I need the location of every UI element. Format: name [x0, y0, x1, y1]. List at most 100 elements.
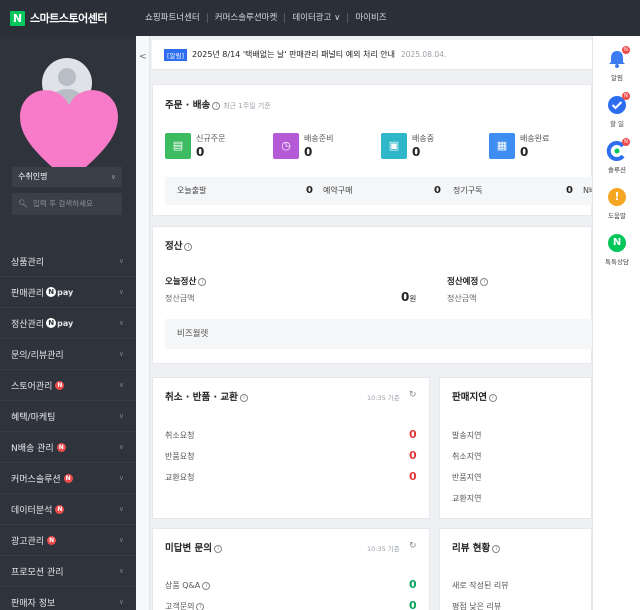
info-icon[interactable]: i [198, 277, 207, 286]
new-badge: N [56, 442, 66, 452]
info-icon[interactable]: i [488, 393, 497, 402]
claims-title: 취소 · 반품 · 교환 i [165, 389, 248, 403]
new-badge: N [63, 473, 73, 483]
info-icon[interactable]: i [202, 581, 211, 590]
today-dispatch[interactable]: 오늘출발 0 [177, 177, 313, 205]
exchange-delay[interactable]: 교환지연 [452, 493, 481, 504]
claims-time: 10:35 기준 [367, 394, 400, 402]
exchange-request-label[interactable]: 교환요청 [165, 472, 194, 483]
sidebar-item-products[interactable]: 상품관리 ∨ [0, 246, 136, 277]
notice-text: 2025년 8/14 '택배없는 날' 판매관리 패널티 예외 처리 안내 [192, 50, 395, 59]
today-settlement-value[interactable]: 0원 [401, 290, 416, 304]
order-card-title: 주문 · 배송 i 최근 1주일 기준 [165, 100, 271, 111]
info-icon[interactable]: i [239, 393, 248, 402]
rail-talktalk[interactable]: N 톡톡상담 [593, 232, 640, 266]
rail-notifications[interactable]: N 알림 [593, 46, 640, 82]
info-icon[interactable]: i [480, 277, 489, 286]
stat-shipping[interactable]: ▣ 배송중 0 [381, 133, 434, 159]
refresh-icon[interactable]: ↻ [409, 390, 417, 400]
nav-shopping-partner[interactable]: 쇼핑파트너센터 [138, 13, 207, 23]
rail-solution[interactable]: N 솔루션 [593, 138, 640, 174]
inquiry-time: 10:35 기준 [367, 545, 400, 553]
new-order-icon: ▤ [165, 133, 191, 159]
cancel-request-value[interactable]: 0 [409, 428, 417, 441]
store-select[interactable]: 수취인명 ∨ [12, 167, 122, 187]
review-status-card: 리뷰 현황 i 새로 작성된 리뷰 평점 낮은 리뷰 [439, 528, 592, 610]
chevron-down-icon: ∨ [118, 567, 124, 575]
brand-title: 스마트스토어센터 [30, 12, 107, 25]
nav-mybiz[interactable]: 마이비즈 [347, 13, 393, 23]
refresh-icon[interactable]: ↻ [409, 541, 417, 551]
sidebar: 수취인명 ∨ 🔍︎ 입력 후 검색하세요 상품관리 ∨ 판매관리 Npay ∨ 정산관… [0, 36, 136, 610]
stat-delivered[interactable]: ▦ 배송완료 0 [489, 133, 549, 159]
solution-icon: N [606, 138, 630, 162]
sidebar-item-settlement[interactable]: 정산관리 Npay ∨ [0, 308, 136, 339]
claims-card: 취소 · 반품 · 교환 i 10:35 기준 ↻ 취소요청 0 반품요청 0 교… [152, 377, 430, 519]
new-review[interactable]: 새로 작성된 리뷰 [452, 580, 509, 591]
sidebar-item-ads[interactable]: 광고관리 N ∨ [0, 525, 136, 556]
cancel-delay[interactable]: 취소지연 [452, 451, 481, 462]
sidebar-item-promotion[interactable]: 프로모션 관리 ∨ [0, 556, 136, 587]
bizwallet-row[interactable]: 비즈월렛 [165, 319, 593, 349]
return-delay[interactable]: 반품지연 [452, 472, 481, 483]
chevron-down-icon: ∨ [118, 598, 124, 606]
sidebar-item-sales[interactable]: 판매관리 Npay ∨ [0, 277, 136, 308]
low-rating-review[interactable]: 평점 낮은 리뷰 [452, 601, 501, 610]
check-icon: N [606, 92, 630, 116]
truck-icon: ▣ [381, 133, 407, 159]
exchange-request-value[interactable]: 0 [409, 470, 417, 483]
info-icon[interactable]: i [212, 101, 221, 110]
notice-tag: [알림] [164, 48, 188, 61]
sidebar-search-input[interactable]: 🔍︎ 입력 후 검색하세요 [12, 193, 122, 215]
stat-new-order[interactable]: ▤ 신규주문 0 [165, 133, 225, 159]
product-qna-label[interactable]: 상품 Q&A i [165, 580, 211, 591]
brand[interactable]: N 스마트스토어센터 [0, 10, 138, 26]
bell-icon: N [606, 46, 630, 70]
sidebar-item-data-analysis[interactable]: 데이터분석 N ∨ [0, 494, 136, 525]
sidebar-item-commerce-solution[interactable]: 커머스솔루션 N ∨ [0, 463, 136, 494]
nav-commerce-solution[interactable]: 커머스솔루션마켓 [206, 13, 285, 23]
sidebar-item-seller-info[interactable]: 판매자 정보 ∨ [0, 587, 136, 610]
customer-inquiry-value[interactable]: 0 [409, 599, 417, 610]
nav-data-ads[interactable]: 데이터광고 ∨ [284, 13, 347, 23]
settlement-card: 정산 i 오늘정산 i 정산금액 0원 정산예정 i 정산금액 비즈월렛 [152, 226, 593, 364]
return-request-label[interactable]: 반품요청 [165, 451, 194, 462]
dispatch-delay[interactable]: 발송지연 [452, 430, 481, 441]
sidebar-item-n-delivery[interactable]: N배송 관리 N ∨ [0, 432, 136, 463]
chevron-down-icon: ∨ [118, 412, 124, 420]
return-request-value[interactable]: 0 [409, 449, 417, 462]
subscription[interactable]: 정기구독 0 [453, 177, 573, 205]
inquiry-title: 미답변 문의 i [165, 540, 223, 554]
rail-help[interactable]: ! 도움말 [593, 186, 640, 220]
rail-todo[interactable]: N 할 일 [593, 92, 640, 128]
expected-settlement-label: 정산예정 i [447, 275, 489, 287]
info-icon[interactable]: i [214, 544, 223, 553]
info-icon[interactable]: i [196, 602, 205, 610]
notice-bar[interactable]: [알림] 2025년 8/14 '택배없는 날' 판매관리 패널티 예외 처리 … [152, 40, 592, 70]
npay-icon: Npay [46, 287, 73, 297]
reservation-purchase[interactable]: 예약구매 0 [323, 177, 441, 205]
sales-delay-card: 판매지연 i 발송지연 취소지연 반품지연 교환지연 [439, 377, 592, 519]
gift-icon: ▦ [489, 133, 515, 159]
unanswered-inquiry-card: 미답변 문의 i 10:35 기준 ↻ 상품 Q&A i 0 고객문의 i 0 [152, 528, 430, 610]
stat-preparing[interactable]: ◷ 배송준비 0 [273, 133, 333, 159]
talk-icon: N [606, 232, 628, 254]
info-icon[interactable]: i [184, 242, 193, 251]
sidebar-item-store[interactable]: 스토어관리 N ∨ [0, 370, 136, 401]
chevron-down-icon: ∨ [118, 257, 124, 265]
sidebar-item-inquiry-review[interactable]: 문의/리뷰관리 ∨ [0, 339, 136, 370]
chevron-down-icon: ∨ [118, 474, 124, 482]
delay-title: 판매지연 i [452, 389, 497, 403]
customer-inquiry-label[interactable]: 고객문의 i [165, 601, 205, 610]
cancel-request-label[interactable]: 취소요청 [165, 430, 194, 441]
info-icon[interactable]: i [492, 544, 501, 553]
right-rail: N 알림 N 할 일 N 솔루션 ! 도움말 N 톡톡상담 [592, 36, 640, 610]
naver-logo-icon: N [10, 10, 25, 26]
product-qna-value[interactable]: 0 [409, 578, 417, 591]
sidebar-item-marketing[interactable]: 혜택/마케팅 ∨ [0, 401, 136, 432]
chevron-down-icon: ∨ [110, 173, 116, 181]
review-title: 리뷰 현황 i [452, 540, 501, 554]
search-icon: 🔍︎ [18, 199, 28, 208]
chevron-down-icon: ∨ [118, 288, 124, 296]
chevron-left-icon[interactable]: < [139, 52, 147, 62]
